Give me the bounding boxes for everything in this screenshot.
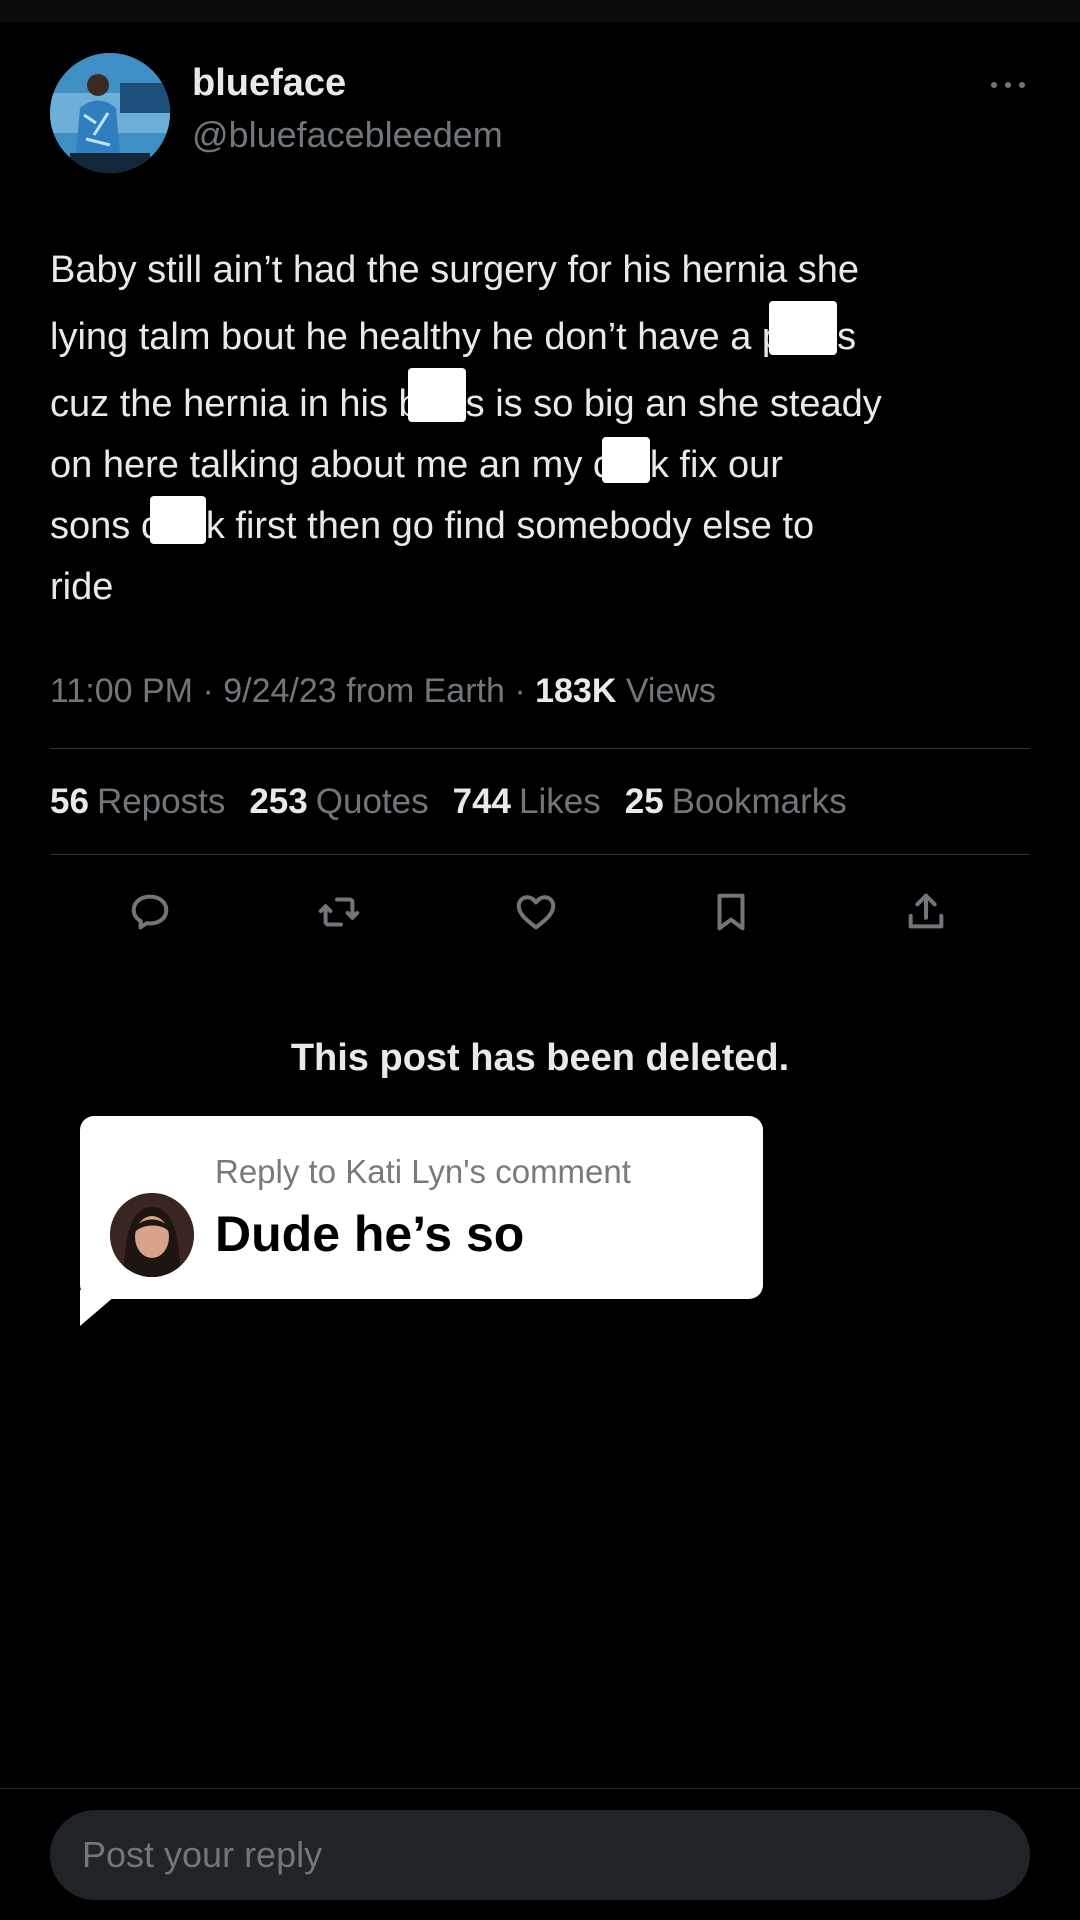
censor-block <box>149 496 206 544</box>
status-bar <box>0 0 1080 22</box>
author-handle[interactable]: @bluefacebleedem <box>192 114 503 156</box>
post-time[interactable]: 11:00 PM <box>50 672 193 710</box>
post-text-line: cuz the hernia in his b s is so big an sh… <box>50 368 1040 435</box>
more-dot <box>1019 82 1025 88</box>
post-text-line: sons c k first then go find somebody else… <box>50 496 1040 557</box>
quotes-label: Quotes <box>315 782 429 821</box>
author-avatar-image <box>50 53 170 173</box>
bubble-subtitle: Reply to Kati Lyn's comment <box>215 1153 631 1190</box>
share-button[interactable] <box>898 884 954 940</box>
meta-separator: · <box>202 672 224 710</box>
repost-button[interactable] <box>311 884 367 940</box>
text-segment: k fix our <box>649 444 783 486</box>
reposts-stat[interactable]: 56 Reposts <box>50 782 225 822</box>
text-segment: lying talm bout he healthy he don’t have… <box>50 316 784 358</box>
text-segment: k first then go find somebody else to <box>205 505 815 547</box>
censor-block <box>601 437 650 483</box>
post-text-line: on here talking about me an my c k fix ou… <box>50 435 1040 496</box>
like-icon <box>516 895 556 930</box>
more-dot <box>1005 82 1011 88</box>
more-options-icon[interactable] <box>985 70 1031 100</box>
likes-stat[interactable]: 744 Likes <box>453 782 601 822</box>
deleted-notice: This post has been deleted. <box>290 1037 790 1079</box>
post-text: Baby still ain’t had the surgery for his… <box>50 240 1040 618</box>
reply-input[interactable]: Post your reply <box>50 1810 1030 1900</box>
post-meta: 11:00 PM · 9/24/23 from Earth · 183K Vie… <box>50 672 716 711</box>
text-segment: on here talking about me an my c <box>50 444 612 486</box>
divider <box>50 748 1030 749</box>
more-dot <box>991 82 997 88</box>
divider <box>50 854 1030 855</box>
text-segment: ride <box>50 566 114 608</box>
text-segment: cuz the hernia in his b <box>50 383 420 425</box>
repost-icon <box>318 897 360 927</box>
post-source: from Earth <box>346 672 505 710</box>
text-segment: s <box>837 316 857 358</box>
text-segment: sons c <box>50 505 160 547</box>
reply-icon <box>131 894 169 930</box>
author-avatar[interactable] <box>50 53 170 173</box>
bookmark-icon <box>717 893 745 931</box>
commenter-avatar-image <box>110 1193 194 1277</box>
post-date[interactable]: 9/24/23 <box>223 672 336 710</box>
bookmarks-stat[interactable]: 25 Bookmarks <box>625 782 847 822</box>
likes-label: Likes <box>519 782 601 821</box>
meta-separator: · <box>514 672 536 710</box>
censor-block <box>407 368 466 422</box>
bookmark-button[interactable] <box>703 884 759 940</box>
reply-button[interactable] <box>122 884 178 940</box>
bubble-tail <box>80 1290 122 1326</box>
text-segment: s is so big an she steady <box>465 383 882 425</box>
likes-count: 744 <box>452 782 512 821</box>
views-label: Views <box>625 672 716 710</box>
reposts-label: Reposts <box>96 782 226 821</box>
text-segment: Baby still ain’t had the surgery for his… <box>50 249 859 291</box>
author-display-name[interactable]: blueface <box>192 62 346 105</box>
bookmarks-label: Bookmarks <box>671 782 847 821</box>
bubble-text: Dude he’s so <box>215 1206 525 1262</box>
like-button[interactable] <box>508 884 564 940</box>
share-icon <box>908 893 944 929</box>
reposts-count: 56 <box>50 782 89 821</box>
post-text-line: ride <box>50 557 1040 618</box>
post-text-line: lying talm bout he healthy he don’t have… <box>50 301 1040 368</box>
tweet-screen: blueface @bluefacebleedem Baby still ain… <box>0 0 1080 1920</box>
post-text-line: Baby still ain’t had the surgery for his… <box>50 240 1040 301</box>
quotes-count: 253 <box>249 782 308 821</box>
composer-divider <box>0 1788 1080 1789</box>
commenter-avatar <box>110 1193 194 1277</box>
bookmarks-count: 25 <box>624 782 664 821</box>
censor-block <box>769 301 838 355</box>
post-stats: 56 Reposts 253 Quotes 744 Likes 25 Bookmarks <box>50 782 847 822</box>
views-count: 183K <box>535 672 617 710</box>
quotes-stat[interactable]: 253 Quotes <box>249 782 428 822</box>
